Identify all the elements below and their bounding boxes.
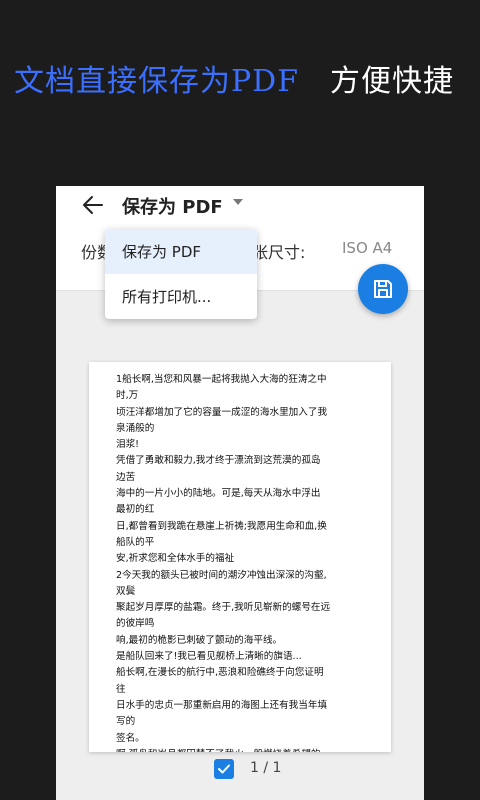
preview-text-line: 签名。	[116, 732, 145, 744]
back-arrow-icon[interactable]	[80, 192, 106, 218]
preview-text-line: 写的	[116, 716, 136, 728]
preview-text-line: 双鬓	[116, 585, 136, 597]
printer-dropdown-menu: 保存为 PDF 所有打印机...	[105, 229, 257, 319]
check-icon	[218, 764, 230, 774]
page-selector-bar: 1 / 1	[56, 756, 424, 786]
preview-text-line: 日,都曾看到我跪在悬崖上祈祷;我愿用生命和血,换	[116, 520, 327, 532]
preview-text-line: 聚起岁月厚厚的盐霜。终于,我听见崭新的螺号在远	[116, 602, 331, 614]
preview-text-line: 是船队回来了!我已看见舰桥上清晰的旗语...	[116, 651, 302, 663]
preview-text-line: 时,万	[116, 390, 139, 402]
page-count: 1 / 1	[250, 760, 282, 776]
app-bar: 保存为 PDF	[56, 186, 424, 226]
preview-text-line: 船长啊,在漫长的航行中,恶浪和险礁终于向您证明	[116, 667, 324, 679]
dropdown-item-all-printers[interactable]: 所有打印机...	[105, 274, 257, 319]
preview-text-line: 往	[116, 683, 126, 695]
printer-select-title[interactable]: 保存为 PDF	[122, 193, 223, 219]
paper-size-value[interactable]: ISO A4	[342, 239, 392, 257]
save-icon	[374, 280, 392, 298]
preview-text-line: 泉涌般的	[116, 422, 155, 434]
dropdown-item-save-pdf[interactable]: 保存为 PDF	[105, 229, 257, 274]
dropdown-item-label: 保存为 PDF	[122, 243, 201, 261]
phone-screen: 保存为 PDF 份数 纸张尺寸: ISO A4 1船长啊,当您和风暴一起将我抛入…	[56, 186, 424, 800]
page-preview: 1船长啊,当您和风暴一起将我抛入大海的狂涛之中 时,万顷汪洋都增加了它的容量一成涩…	[89, 362, 391, 752]
preview-text-line: 日水手的忠贞一那重新启用的海图上还有我当年填	[116, 699, 328, 711]
preview-text-line: 边苦	[116, 471, 136, 483]
preview-text-line: 安,祈求您和全体水手的福祉	[116, 553, 235, 565]
preview-text-line: 泪浆!	[116, 439, 140, 451]
preview-text-line: 1船长啊,当您和风暴一起将我抛入大海的狂涛之中	[116, 374, 327, 385]
preview-text-line: 2今天我的额头已被时间的潮汐冲蚀出深深的沟壑,	[116, 569, 327, 581]
promo-headline: 文档直接保存为PDF 方便快捷	[0, 56, 480, 104]
caret-down-icon[interactable]	[233, 199, 243, 205]
preview-text-line: 响,最初的桅影已刺破了颤动的海平线。	[116, 634, 283, 646]
headline-white-text: 方便快捷	[330, 64, 454, 99]
preview-text-line: 的彼岸鸣	[116, 618, 155, 630]
preview-text-line: 顷汪洋都增加了它的容量一成涩的海水里加入了我	[116, 406, 328, 418]
preview-text-line: 海中的一片小小的陆地。可是,每天从海水中浮出	[116, 488, 321, 500]
headline-blue-text: 文档直接保存为PDF	[14, 64, 300, 99]
page-select-checkbox[interactable]	[214, 759, 234, 779]
save-pdf-button[interactable]	[358, 264, 408, 314]
preview-text-line: 船队的平	[116, 536, 155, 548]
dropdown-item-label: 所有打印机...	[122, 288, 212, 306]
preview-text-line: 最初的红	[116, 504, 155, 516]
preview-text-line: 凭借了勇敢和毅力,我才终于漂流到这荒漠的孤岛	[116, 455, 321, 467]
preview-text-line: 啊,孤岛和岁月都囚禁不了我火一般燃烧着希望的	[116, 747, 388, 752]
page-preview-text: 1船长啊,当您和风暴一起将我抛入大海的狂涛之中 时,万顷汪洋都增加了它的容量一成涩…	[116, 372, 388, 752]
